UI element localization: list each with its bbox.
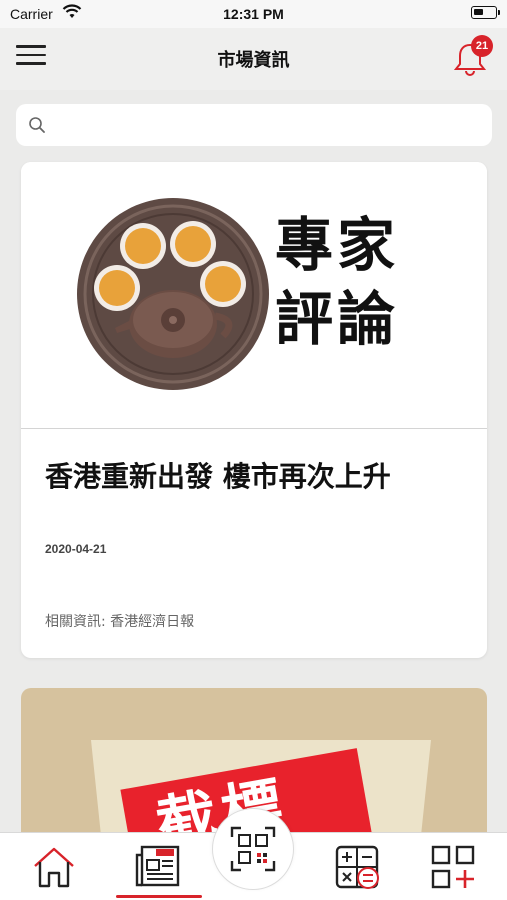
- card-divider: [21, 428, 487, 429]
- search-bar[interactable]: [16, 104, 492, 146]
- notification-button[interactable]: 21: [451, 35, 493, 78]
- search-icon: [29, 117, 45, 133]
- home-icon: [34, 847, 74, 888]
- battery-icon: [471, 6, 500, 19]
- tab-home[interactable]: [24, 841, 84, 893]
- news-icon: [135, 845, 180, 887]
- status-bar: Carrier 12:31 PM: [0, 0, 507, 28]
- tea-set-illustration: [77, 198, 269, 390]
- article-card[interactable]: 專家 評論 香港重新出發 樓市再次上升 2020-04-21 相關資訊: 香港經…: [21, 162, 487, 658]
- article-date: 2020-04-21: [45, 542, 107, 556]
- status-time: 12:31 PM: [223, 6, 284, 22]
- search-input[interactable]: [56, 112, 476, 138]
- article-headline: 香港重新出發 樓市再次上升: [45, 460, 391, 493]
- apps-add-icon: [431, 845, 475, 889]
- app-header: 市場資訊 21: [0, 28, 507, 90]
- article-image: 專家 評論: [21, 162, 487, 428]
- tab-calculator[interactable]: [327, 841, 387, 893]
- qr-scan-icon: [230, 826, 276, 872]
- page-title: 市場資訊: [217, 50, 290, 71]
- active-tab-indicator: [116, 895, 202, 898]
- tab-more-apps[interactable]: [423, 841, 483, 893]
- article-source: 相關資訊: 香港經濟日報: [45, 614, 195, 630]
- expert-commentary-text: 專家 評論: [275, 211, 400, 353]
- notification-badge: 21: [471, 35, 493, 57]
- tab-news[interactable]: [129, 841, 189, 893]
- calculator-icon: [335, 845, 379, 889]
- qr-scan-button[interactable]: [212, 808, 294, 890]
